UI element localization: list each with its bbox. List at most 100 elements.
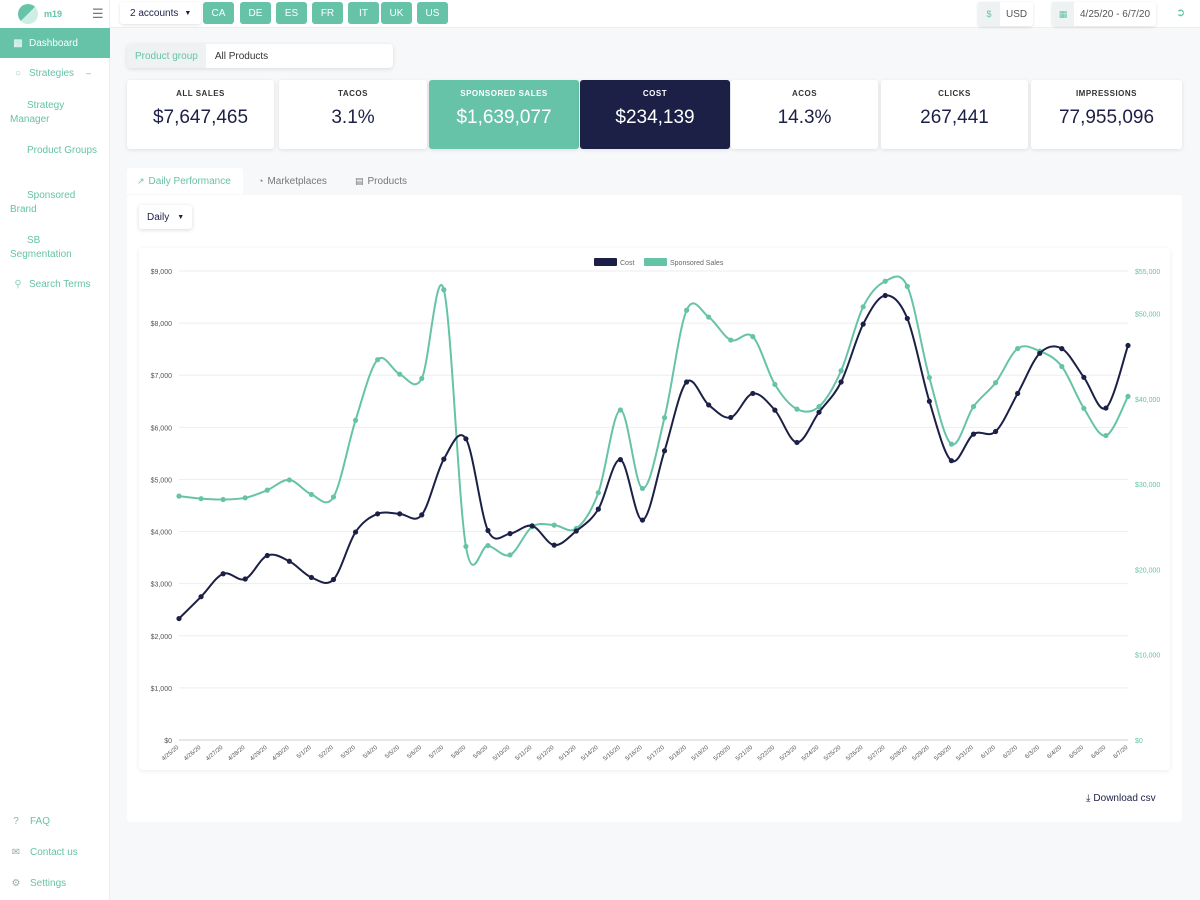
x-tick-label: 5/18/20 [669,745,689,763]
sidebar-item-strategy-manager[interactable]: Strategy Manager [10,99,100,127]
data-point [198,594,203,599]
kpi-acos[interactable]: ACOS 14.3% [731,80,878,149]
sidebar-item-search-terms[interactable]: ⚲ Search Terms [0,279,110,290]
data-point [640,486,645,491]
data-point [243,495,248,500]
data-point [883,279,888,284]
tab-label: Products [368,176,407,187]
data-point [838,368,843,373]
data-point [397,372,402,377]
kpi-clicks[interactable]: CLICKS 267,441 [881,80,1028,149]
data-point [640,517,645,522]
marketplace-de-button[interactable]: DE [240,2,271,24]
date-range-picker[interactable]: ▦ 4/25/20 - 6/7/20 [1052,2,1156,26]
data-point [552,543,557,548]
data-point [662,448,667,453]
currency-selector[interactable]: $ USD [978,2,1033,26]
data-point [331,577,336,582]
question-icon: ? [10,816,22,827]
sidebar-settings[interactable]: ⚙ Settings [10,878,66,889]
x-tick-label: 4/27/20 [205,745,225,763]
data-point [662,415,667,420]
data-point [353,418,358,423]
x-tick-label: 5/31/20 [956,745,976,763]
date-range-value: 4/25/20 - 6/7/20 [1074,9,1156,20]
marketplace-us-button[interactable]: US [417,2,448,24]
marketplace-uk-button[interactable]: UK [381,2,412,24]
granularity-dropdown[interactable]: Daily ▼ [139,205,192,229]
data-point [1015,346,1020,351]
data-point [684,379,689,384]
data-point [463,436,468,441]
trend-line-icon: ↗ [137,176,145,187]
logo[interactable]: m19 [18,4,62,24]
kpi-tacos[interactable]: TACOS 3.1% [279,80,427,149]
marketplace-es-button[interactable]: ES [276,2,307,24]
product-group-selector[interactable]: Product group All Products [127,44,393,68]
kpi-all-sales[interactable]: ALL SALES $7,647,465 [127,80,274,149]
data-point [883,293,888,298]
data-point [971,404,976,409]
logo-text: m19 [44,9,62,19]
data-point [927,399,932,404]
sidebar-item-sb-segmentation[interactable]: SB Segmentation [10,234,100,262]
x-tick-label: 5/3/20 [340,745,357,761]
data-point [1125,343,1130,348]
kpi-label: SPONSORED SALES [429,89,579,98]
data-point [221,497,226,502]
data-point [993,380,998,385]
data-point [728,415,733,420]
data-point [794,407,799,412]
data-point [1103,405,1108,410]
x-tick-label: 5/22/20 [757,745,777,763]
marketplace-fr-button[interactable]: FR [312,2,343,24]
tab-daily-performance[interactable]: ↗ Daily Performance [127,168,243,194]
x-tick-label: 5/17/20 [647,745,667,763]
x-tick-label: 5/15/20 [602,745,622,763]
data-point [905,316,910,321]
tab-marketplaces[interactable]: ◔ Marketplaces [248,168,337,194]
sidebar-item-sponsored-brand[interactable]: Sponsored Brand [10,189,100,217]
data-point [331,494,336,499]
data-point [419,376,424,381]
gear-icon: ⚙ [10,878,22,889]
logo-mark-icon [18,4,38,24]
top-bar: 2 accounts ▼ CA DE ES FR IT UK US $ USD … [110,0,1200,28]
x-tick-label: 5/27/20 [867,745,887,763]
x-tick-label: 5/23/20 [779,745,799,763]
y-left-tick-label: $0 [164,738,172,745]
sidebar-item-product-groups[interactable]: Product Groups [10,144,100,158]
download-csv-button[interactable]: ⤓ Download csv [1086,793,1156,804]
tab-products[interactable]: ▤ Products [345,168,417,194]
y-right-tick-label: $40,000 [1135,397,1160,404]
sidebar-item-dashboard[interactable]: ▩ Dashboard [0,28,110,58]
legend-swatch [644,258,667,266]
tab-label: Marketplaces [267,176,326,187]
marketplace-ca-button[interactable]: CA [203,2,234,24]
hamburger-menu-icon[interactable]: ☰ [92,6,104,22]
kpi-label: COST [580,89,730,98]
x-tick-label: 5/26/20 [845,745,865,763]
series-line-cost [179,295,1128,618]
marketplace-it-button[interactable]: IT [348,2,379,24]
logout-icon[interactable]: ➲ [1176,6,1185,19]
data-point [1125,394,1130,399]
data-point [993,429,998,434]
x-tick-label: 5/9/20 [473,745,490,761]
legend-label: Cost [620,260,634,267]
y-left-tick-label: $9,000 [151,269,173,276]
x-tick-label: 5/28/20 [889,745,909,763]
sidebar-contact[interactable]: ✉ Contact us [10,847,78,858]
accounts-dropdown[interactable]: 2 accounts ▼ [120,2,201,24]
kpi-cost[interactable]: COST $234,139 [580,80,730,149]
sidebar-faq[interactable]: ? FAQ [10,816,50,827]
kpi-impressions[interactable]: IMPRESSIONS 77,955,096 [1031,80,1182,149]
kpi-value: $234,139 [580,107,730,129]
sidebar: m19 ☰ ▩ Dashboard ○ Strategies – Strateg… [0,0,110,900]
y-left-tick-label: $3,000 [151,582,173,589]
sidebar-item-label: Dashboard [29,38,78,49]
sidebar-item-strategies[interactable]: ○ Strategies – [0,68,110,79]
kpi-sponsored-sales[interactable]: SPONSORED SALES $1,639,077 [429,80,579,149]
sidebar-item-label: Search Terms [29,279,91,290]
x-tick-label: 5/1/20 [296,745,313,761]
